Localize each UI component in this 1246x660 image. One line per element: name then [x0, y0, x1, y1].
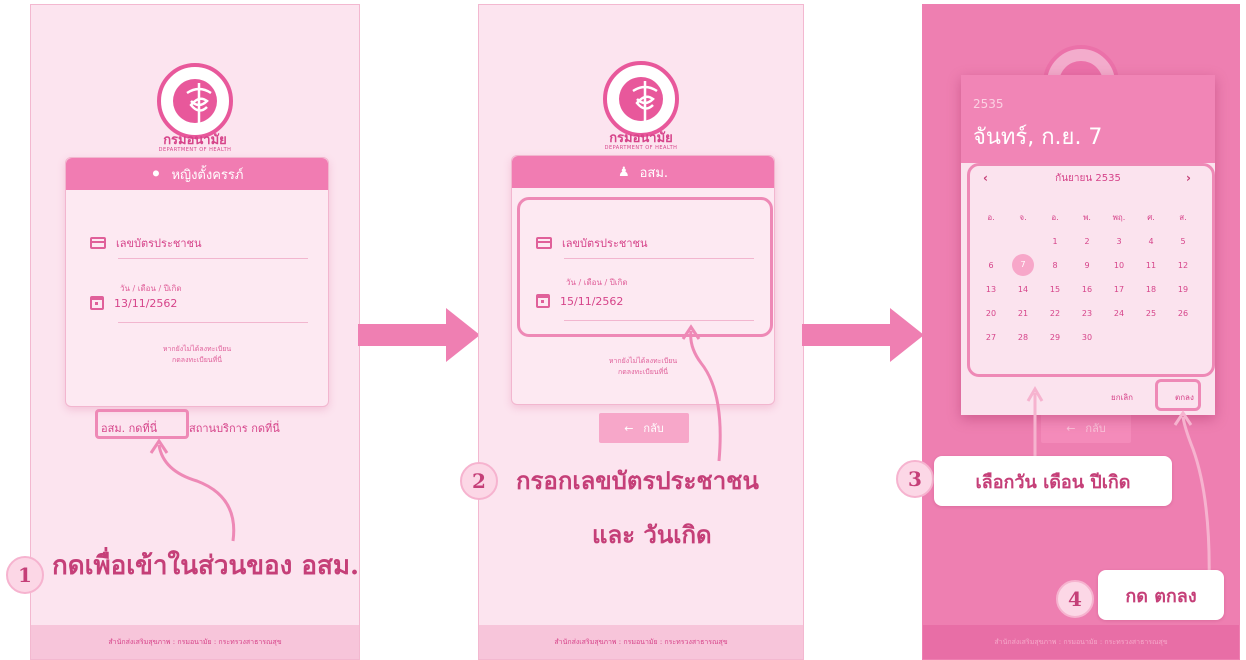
service-link[interactable]: สถานบริการ กดที่นี่: [189, 419, 280, 437]
pointer-arrow-1: [149, 438, 236, 542]
step-4-callout: กด ตกลง: [1098, 570, 1224, 620]
pointer-arrow-2: [681, 324, 722, 462]
ministry-logo: [603, 61, 679, 137]
card-title: อสม.: [639, 165, 669, 181]
card-header: ⚫ หญิงตั้งครรภ์: [66, 158, 328, 190]
pointer-arrow-3: [1026, 386, 1044, 463]
flow-arrow-1: [358, 308, 480, 362]
step-3-callout: เลือกวัน เดือน ปีเกิด: [934, 456, 1172, 506]
dob-label: วัน / เดือน / ปีเกิด: [120, 284, 182, 293]
pointer-arrow-4: [1173, 410, 1211, 586]
ok-highlight: [1155, 379, 1201, 411]
calendar-icon: [90, 296, 104, 310]
step-2-line2: และ วันเกิด: [592, 520, 712, 549]
id-label: เลขบัตรประชาชน: [116, 237, 202, 250]
selected-date: จันทร์, ก.ย. 7: [973, 125, 1103, 150]
footer: สำนักส่งเสริมสุขภาพ : กรมอนามัย : กระทรว…: [479, 625, 803, 659]
form-highlight: [517, 197, 773, 337]
login-card: ⚫ หญิงตั้งครรภ์ เลขบัตรประชาชน วัน / เดื…: [65, 157, 329, 407]
ministry-logo: [157, 63, 233, 139]
step-1-badge: 1: [6, 556, 44, 594]
step-1-text: กดเพื่อเข้าในส่วนของ อสม.: [52, 551, 360, 581]
date-picker-screen: ← กลับ 2535 จันทร์, ก.ย. 7 ‹ กันยายน 253…: [922, 4, 1240, 660]
selected-year[interactable]: 2535: [973, 97, 1004, 111]
dob-field[interactable]: 13/11/2562: [90, 296, 177, 310]
step-4-badge: 4: [1056, 580, 1094, 618]
login-screen-osm: กรมอนามัย DEPARTMENT OF HEALTH ♟ อสม. เล…: [478, 4, 804, 660]
calendar-highlight: [967, 163, 1215, 377]
hint-line-2: กดลงทะเบียนที่นี่: [172, 356, 222, 364]
step-2-badge: 2: [460, 462, 498, 500]
cancel-button[interactable]: ยกเลิก: [1111, 391, 1133, 404]
card-header: ♟ อสม.: [512, 156, 774, 188]
dept-sub: DEPARTMENT OF HEALTH: [604, 145, 678, 151]
step-3-badge: 3: [896, 460, 934, 498]
dob-value: 13/11/2562: [114, 296, 178, 310]
id-card-icon: [90, 237, 106, 249]
dept-sub: DEPARTMENT OF HEALTH: [158, 147, 232, 153]
arrow-left-icon: ←: [1066, 421, 1076, 435]
step-2-line1: กรอกเลขบัตรประชาชน: [516, 466, 759, 495]
footer: สำนักส่งเสริมสุขภาพ : กรมอนามัย : กระทรว…: [31, 625, 359, 659]
flow-arrow-2: [802, 308, 924, 362]
back-label: กลับ: [643, 422, 664, 435]
hint-line-1: หากยังไม่ได้ลงทะเบียน: [162, 345, 232, 353]
date-picker-header: 2535 จันทร์, ก.ย. 7: [961, 75, 1215, 163]
back-label: กลับ: [1085, 422, 1106, 435]
person-icon: ⚫: [150, 166, 162, 182]
user-icon: ♟: [617, 164, 630, 180]
footer: สำนักส่งเสริมสุขภาพ : กรมอนามัย : กระทรว…: [923, 625, 1239, 659]
back-button[interactable]: ← กลับ: [1041, 413, 1131, 443]
card-title: หญิงตั้งครรภ์: [171, 167, 244, 183]
register-hint[interactable]: หากยังไม่ได้ลงทะเบียน กดลงทะเบียนที่นี่: [66, 344, 328, 366]
osm-link-highlight: [95, 409, 189, 439]
arrow-left-icon: ←: [624, 421, 634, 435]
id-field[interactable]: เลขบัตรประชาชน: [90, 234, 201, 252]
